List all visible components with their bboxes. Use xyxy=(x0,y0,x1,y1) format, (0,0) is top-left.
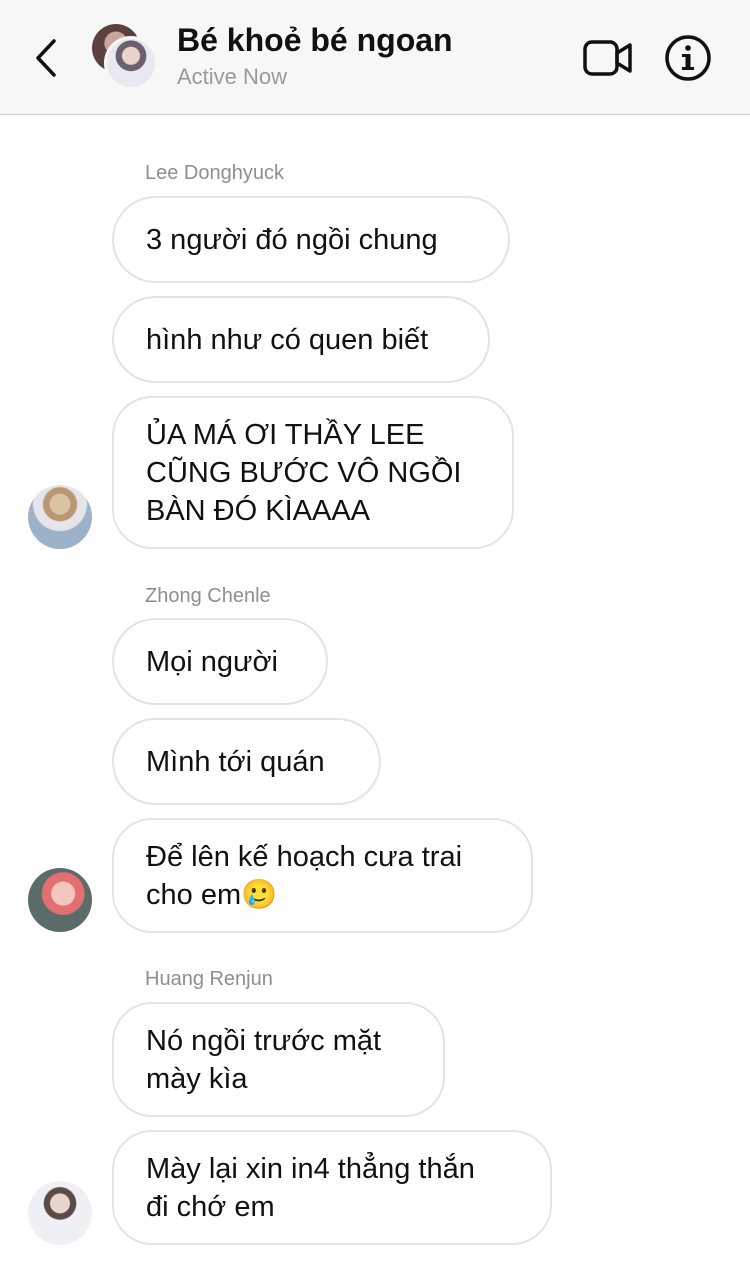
active-status: Active Now xyxy=(177,64,288,89)
chevron-left-icon xyxy=(36,39,56,77)
info-button[interactable] xyxy=(664,34,712,82)
message-bubble[interactable]: Để lên kế hoạch cưa trai cho em🥲 xyxy=(112,818,533,933)
video-camera-icon xyxy=(583,40,632,76)
avatar[interactable] xyxy=(28,1181,92,1245)
message-bubble[interactable]: Nó ngồi trước mặt mày kìa xyxy=(112,1002,445,1117)
avatar[interactable] xyxy=(28,485,92,549)
video-call-button[interactable] xyxy=(582,36,634,80)
sender-name: Lee Donghyuck xyxy=(145,162,284,184)
sender-name: Zhong Chenle xyxy=(145,585,271,607)
chat-header: Bé khoẻ bé ngoan Active Now xyxy=(0,0,750,115)
avatar[interactable] xyxy=(28,868,92,932)
message-bubble[interactable]: Mày lại xin in4 thẳng thắn đi chớ em xyxy=(112,1130,552,1245)
group-avatar[interactable] xyxy=(90,22,160,92)
member-avatar-front xyxy=(104,36,158,90)
message-bubble[interactable]: Mình tới quán xyxy=(112,718,381,805)
chat-title[interactable]: Bé khoẻ bé ngoan xyxy=(177,22,453,59)
message-bubble[interactable]: 3 người đó ngồi chung xyxy=(112,196,510,283)
message-bubble[interactable]: hình như có quen biết xyxy=(112,296,490,383)
sender-name: Huang Renjun xyxy=(145,968,273,990)
message-bubble[interactable]: Mọi người xyxy=(112,618,328,705)
back-button[interactable] xyxy=(26,30,66,86)
info-icon xyxy=(665,35,711,81)
message-bubble[interactable]: ỦA MÁ ƠI THẦY LEE CŨNG BƯỚC VÔ NGỒI BÀN … xyxy=(112,396,514,549)
